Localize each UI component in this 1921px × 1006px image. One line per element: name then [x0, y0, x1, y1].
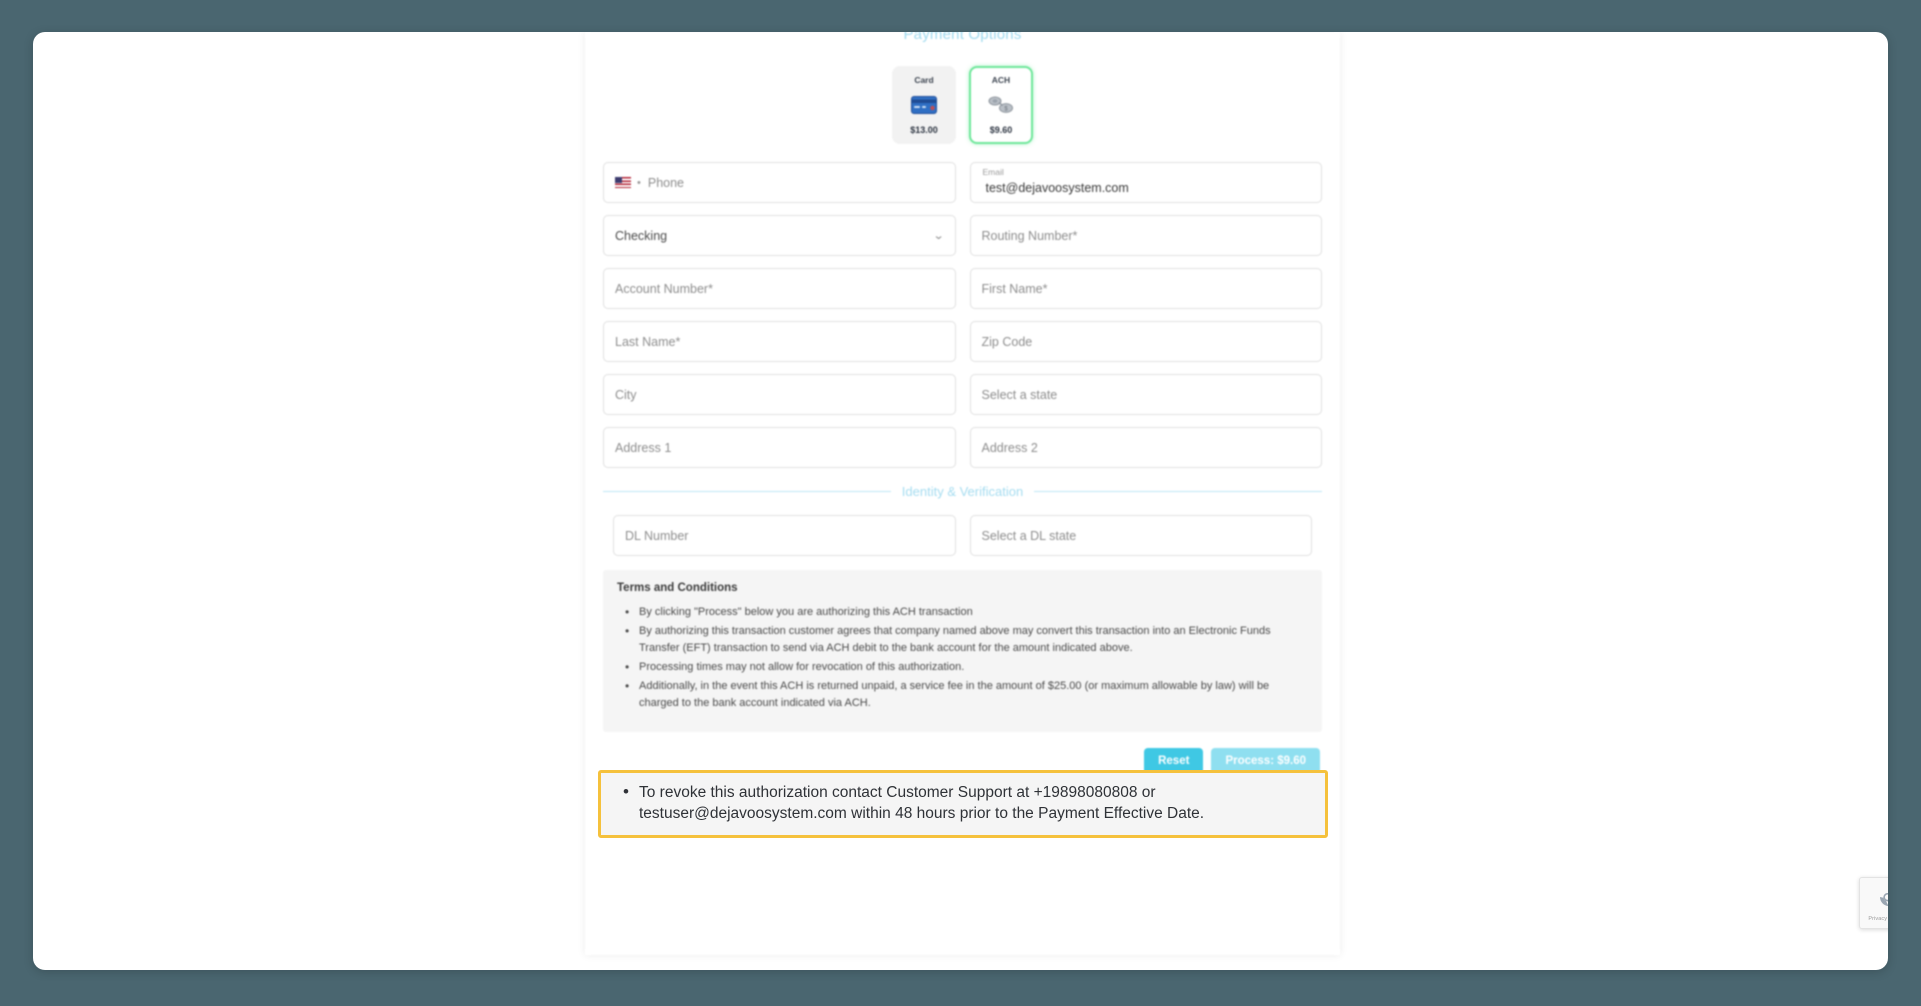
terms-list: By clicking "Process" below you are auth… [617, 603, 1308, 712]
field-row: Last Name* Zip Code [603, 321, 1322, 362]
form-actions: Reset Process: $9.60 [593, 732, 1332, 775]
dl-state-placeholder: Select a DL state [981, 528, 1077, 543]
dl-state-select[interactable]: Select a DL state [969, 515, 1312, 556]
payment-option-card-label: Card [914, 75, 934, 85]
page-title: Payment Options [903, 32, 1022, 43]
routing-number-placeholder: Routing Number* [981, 228, 1078, 243]
dl-number-input[interactable]: DL Number [613, 515, 956, 556]
phone-separator: • [637, 176, 641, 189]
email-input[interactable]: Email test@dejavoosystem.com [969, 162, 1322, 203]
account-number-placeholder: Account Number* [615, 281, 713, 296]
divider-rule-left [603, 491, 891, 492]
address1-input[interactable]: Address 1 [603, 427, 956, 468]
city-placeholder: City [615, 387, 637, 402]
revoke-authorization-callout: To revoke this authorization contact Cus… [598, 770, 1328, 838]
identity-verification-divider: Identity & Verification [603, 484, 1322, 499]
city-input[interactable]: City [603, 374, 956, 415]
last-name-placeholder: Last Name* [615, 334, 681, 349]
bank-transfer-icon: $ [987, 92, 1015, 118]
account-type-select[interactable]: Checking ⌄ [603, 215, 956, 256]
address2-placeholder: Address 2 [981, 440, 1038, 455]
address2-input[interactable]: Address 2 [969, 427, 1322, 468]
phone-input[interactable]: • Phone [603, 162, 956, 203]
terms-and-conditions-panel: Terms and Conditions By clicking "Proces… [603, 570, 1322, 733]
recaptcha-badge[interactable]: Privacy - Terms [1859, 877, 1888, 929]
us-flag-icon [615, 177, 631, 188]
recaptcha-privacy-terms: Privacy - Terms [1868, 915, 1888, 922]
revoke-authorization-text: To revoke this authorization contact Cus… [615, 780, 1311, 825]
form-fields: • Phone Email test@dejavoosystem.com Che… [593, 144, 1332, 468]
terms-title: Terms and Conditions [617, 582, 738, 594]
field-row: DL Number Select a DL state [603, 515, 1322, 556]
payment-option-ach-label: ACH [991, 75, 1011, 85]
terms-item: By authorizing this transaction customer… [617, 622, 1308, 657]
chevron-down-icon: ⌄ [933, 230, 945, 242]
account-type-value: Checking [615, 228, 668, 243]
first-name-input[interactable]: First Name* [969, 268, 1322, 309]
payment-option-ach[interactable]: ACH $ $9.60 [969, 66, 1033, 144]
routing-number-input[interactable]: Routing Number* [969, 215, 1322, 256]
field-row: Checking ⌄ Routing Number* [603, 215, 1322, 256]
identity-fields: DL Number Select a DL state [593, 515, 1332, 556]
recaptcha-icon [1876, 885, 1888, 914]
address1-placeholder: Address 1 [615, 440, 672, 455]
dl-number-placeholder: DL Number [625, 528, 689, 543]
terms-item: Processing times may not allow for revoc… [617, 658, 1308, 677]
email-value: test@dejavoosystem.com [985, 181, 1129, 195]
phone-placeholder: Phone [647, 175, 685, 190]
state-placeholder: Select a state [981, 387, 1058, 402]
payment-option-ach-amount: $9.60 [989, 125, 1013, 135]
field-row: Account Number* First Name* [603, 268, 1322, 309]
field-row: Address 1 Address 2 [603, 427, 1322, 468]
terms-item: Additionally, in the event this ACH is r… [617, 677, 1308, 712]
payment-option-card-amount: $13.00 [910, 125, 938, 135]
zip-code-placeholder: Zip Code [981, 334, 1033, 349]
payment-option-card[interactable]: Card $13.00 [892, 66, 956, 144]
email-label: Email [982, 167, 1004, 177]
divider-rule-right [1034, 491, 1322, 492]
identity-verification-label: Identity & Verification [901, 484, 1024, 499]
field-row: • Phone Email test@dejavoosystem.com [603, 162, 1322, 203]
account-number-input[interactable]: Account Number* [603, 268, 956, 309]
state-select[interactable]: Select a state [969, 374, 1322, 415]
last-name-input[interactable]: Last Name* [603, 321, 956, 362]
field-row: City Select a state [603, 374, 1322, 415]
first-name-placeholder: First Name* [981, 281, 1048, 296]
credit-card-icon [911, 92, 937, 118]
terms-item: By clicking "Process" below you are auth… [617, 603, 1308, 622]
zip-code-input[interactable]: Zip Code [969, 321, 1322, 362]
payment-options-group: Card $13.00 ACH $ $9.60 [593, 32, 1332, 144]
